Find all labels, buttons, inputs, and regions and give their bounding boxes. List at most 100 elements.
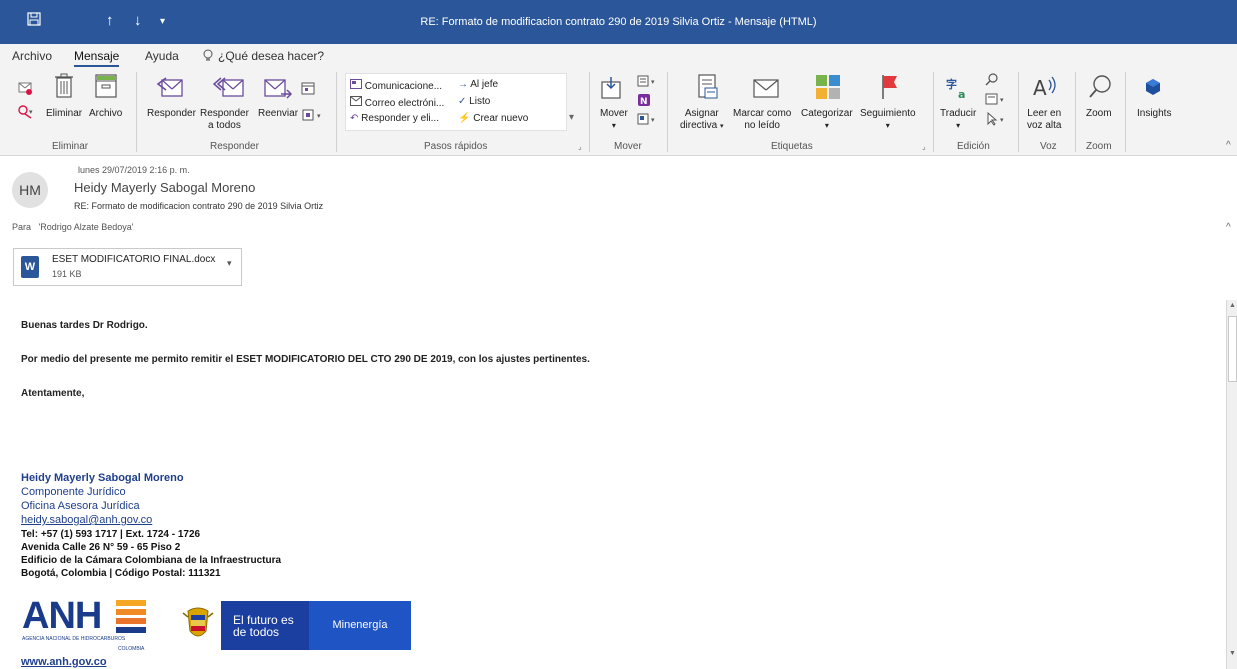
forward-button[interactable]: Reenviar xyxy=(258,108,298,120)
tab-archivo[interactable]: Archivo xyxy=(12,49,52,63)
signature-role: Componente Jurídico xyxy=(21,486,126,498)
translate-button[interactable]: Traducir ▾ xyxy=(940,108,976,132)
group-label-eliminar: Eliminar xyxy=(52,141,89,152)
dialog-launcher-icon[interactable]: ⌟ xyxy=(922,142,926,151)
recipient-name[interactable]: 'Rodrigo Alzate Bedoya' xyxy=(39,222,134,232)
group-label-pasos: Pasos rápidos xyxy=(424,141,488,152)
zoom-icon[interactable] xyxy=(1088,74,1114,105)
website-link[interactable]: www.anh.gov.co xyxy=(21,656,107,668)
tab-mensaje[interactable]: Mensaje xyxy=(74,49,120,67)
sender-name[interactable]: Heidy Mayerly Sabogal Moreno xyxy=(74,180,255,195)
move-icon[interactable] xyxy=(601,76,627,105)
attachment-menu-icon[interactable]: ▾ xyxy=(227,258,232,269)
group-label-etiquetas: Etiquetas xyxy=(771,141,813,152)
group-label-voz: Voz xyxy=(1040,141,1057,152)
reply-button[interactable]: Responder xyxy=(147,108,196,120)
collapse-ribbon-icon[interactable]: ^ xyxy=(1226,140,1231,151)
quick-step-listo[interactable]: ✓ Listo xyxy=(458,96,490,107)
recipient-line: Para 'Rodrigo Alzate Bedoya' xyxy=(12,222,134,232)
insights-icon[interactable] xyxy=(1144,78,1162,101)
quick-step-label: Crear nuevo xyxy=(473,113,529,124)
translate-icon[interactable]: 字a xyxy=(946,76,972,105)
quick-step-al-jefe[interactable]: → Al jefe xyxy=(458,79,498,90)
scroll-up-arrow-icon[interactable]: ▲ xyxy=(1227,300,1237,311)
unread-label-1: Marcar como xyxy=(733,108,792,119)
group-label-edicion: Edición xyxy=(957,141,990,152)
tab-ayuda[interactable]: Ayuda xyxy=(145,49,179,63)
delete-icon[interactable] xyxy=(54,73,74,104)
reply-arrow-icon: ↶ xyxy=(350,113,359,124)
archive-icon[interactable] xyxy=(95,74,117,103)
flag-icon[interactable] xyxy=(880,74,900,105)
onenote-icon[interactable]: N xyxy=(637,93,651,112)
attachment-name: ESET MODIFICATORIO FINAL.docx xyxy=(52,254,216,265)
svg-text:▾: ▾ xyxy=(651,116,655,124)
signature-email-link[interactable]: heidy.sabogal@anh.gov.co xyxy=(21,514,152,527)
zoom-button[interactable]: Zoom xyxy=(1086,108,1112,120)
read-aloud-icon[interactable]: A xyxy=(1032,74,1058,105)
categorize-icon[interactable] xyxy=(815,74,841,105)
more-respond-icon[interactable]: ▾ xyxy=(302,108,328,127)
tell-me-search[interactable]: ¿Qué desea hacer? xyxy=(218,49,324,63)
categorize-label: Categorizar xyxy=(801,108,853,119)
attachment-size: 191 KB xyxy=(52,269,82,279)
reply-all-button[interactable]: Responder a todos xyxy=(200,108,249,132)
followup-label: Seguimiento xyxy=(860,108,916,119)
quick-step-comunicaciones[interactable]: Comunicacione... xyxy=(350,79,442,92)
reply-all-icon[interactable] xyxy=(212,76,245,105)
assign-policy-icon[interactable] xyxy=(697,74,719,105)
find-icon[interactable] xyxy=(985,72,999,91)
vertical-scrollbar[interactable]: ▲ ▼ xyxy=(1226,300,1237,669)
message-date: lunes 29/07/2019 2:16 p. m. xyxy=(78,165,190,175)
reply-all-label-1: Responder xyxy=(200,108,249,119)
government-logo: El futuro es de todos Minenergía xyxy=(175,601,411,650)
divider xyxy=(589,72,590,152)
attachment-card[interactable]: W ESET MODIFICATORIO FINAL.docx 191 KB ▾ xyxy=(13,248,242,286)
related-icon[interactable]: ▾ xyxy=(985,92,1007,111)
chevron-down-icon: ▾ xyxy=(824,121,829,130)
signature-phone: Tel: +57 (1) 593 1717 | Ext. 1724 - 1726 xyxy=(21,529,201,540)
insights-button[interactable]: Insights xyxy=(1137,108,1171,120)
move-button[interactable]: Mover ▾ xyxy=(600,108,628,132)
check-icon: ✓ xyxy=(458,96,467,107)
actions-icon[interactable]: ▾ xyxy=(637,112,659,131)
scroll-thumb[interactable] xyxy=(1228,316,1237,382)
signature-office: Oficina Asesora Jurídica xyxy=(21,500,140,512)
title-bar: ↑ ↓ ▾ RE: Formato de modificacion contra… xyxy=(0,0,1237,44)
meeting-icon[interactable] xyxy=(300,80,316,101)
cleanup-icon[interactable]: ▾ xyxy=(17,104,35,125)
word-doc-icon: W xyxy=(21,256,39,278)
archive-button[interactable]: Archivo xyxy=(89,108,122,120)
scroll-down-arrow-icon[interactable]: ▼ xyxy=(1227,648,1237,659)
followup-button[interactable]: Seguimiento ▾ xyxy=(860,108,916,132)
mark-unread-icon[interactable] xyxy=(752,77,780,104)
quick-step-crear-nuevo[interactable]: ⚡ Crear nuevo xyxy=(458,113,528,124)
chevron-down-icon: ▾ xyxy=(720,123,724,130)
chevron-down-icon: ▾ xyxy=(611,121,616,130)
ignore-icon[interactable] xyxy=(17,80,33,101)
quick-step-correo[interactable]: Correo electróni... xyxy=(350,96,444,109)
reply-icon[interactable] xyxy=(156,76,184,105)
categorize-button[interactable]: Categorizar ▾ xyxy=(801,108,853,132)
quick-step-responder-eliminar[interactable]: ↶ Responder y eli... xyxy=(350,113,439,124)
divider xyxy=(336,72,337,152)
chevron-down-icon: ▾ xyxy=(885,121,890,130)
delete-button[interactable]: Eliminar xyxy=(46,108,82,120)
group-label-responder: Responder xyxy=(210,141,259,152)
window-title: RE: Formato de modificacion contrato 290… xyxy=(420,16,817,28)
greeting: Buenas tardes Dr Rodrigo. xyxy=(21,320,148,331)
rules-icon[interactable]: ▾ xyxy=(637,74,659,93)
to-label: Para xyxy=(12,222,32,232)
quick-step-label: Correo electróni... xyxy=(364,98,445,109)
translate-label: Traducir xyxy=(940,108,977,119)
assign-policy-button[interactable]: Asignar directiva ▾ xyxy=(680,108,724,133)
svg-text:▾: ▾ xyxy=(317,112,321,120)
collapse-header-icon[interactable]: ^ xyxy=(1226,222,1231,233)
select-cursor-icon[interactable]: ▾ xyxy=(985,111,1007,131)
quick-steps-more-icon[interactable]: ▾ xyxy=(569,112,574,123)
forward-icon[interactable] xyxy=(263,77,293,106)
mark-unread-button[interactable]: Marcar como no leído xyxy=(733,108,791,132)
signature-city: Bogotá, Colombia | Código Postal: 111321 xyxy=(21,568,221,579)
read-aloud-button[interactable]: Leer en voz alta xyxy=(1027,108,1061,132)
dialog-launcher-icon[interactable]: ⌟ xyxy=(578,142,582,151)
